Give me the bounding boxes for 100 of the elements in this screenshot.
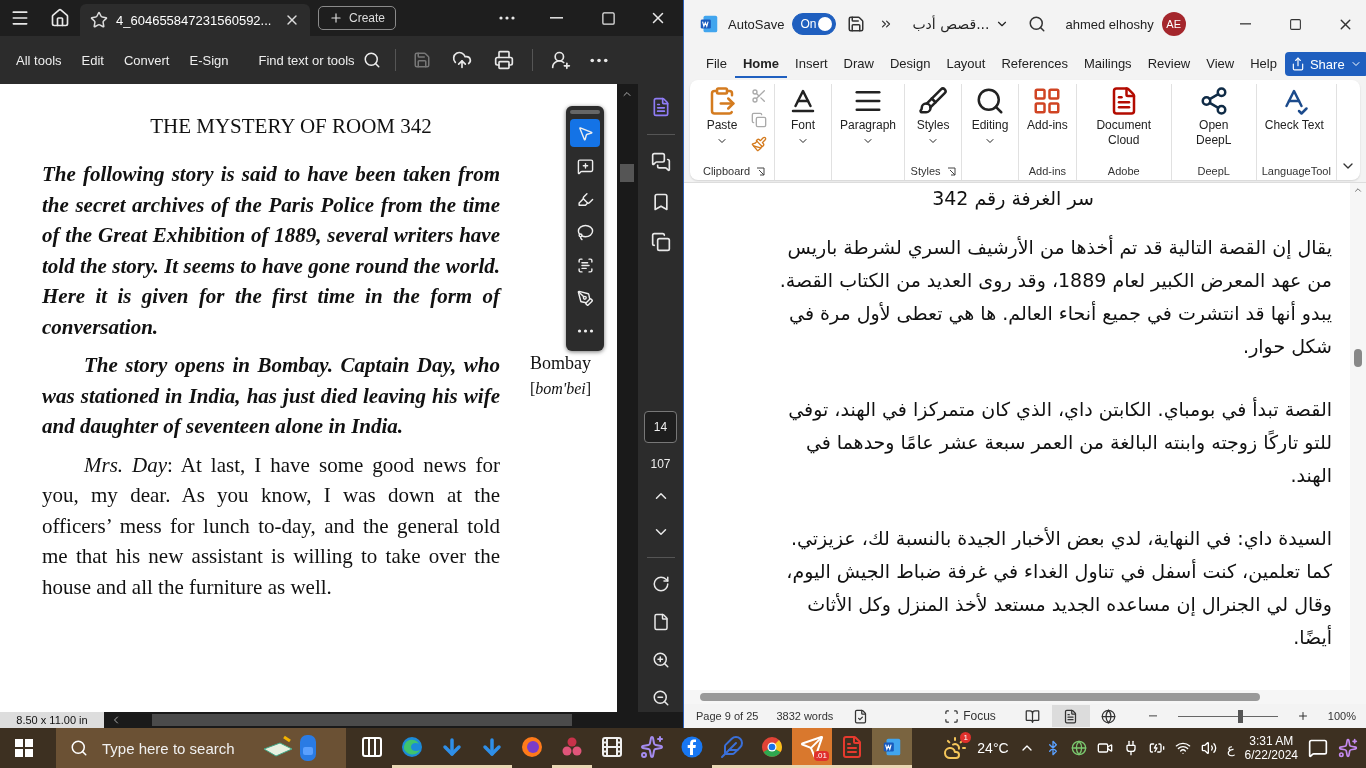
dialog-launcher-icon[interactable] <box>946 166 956 176</box>
share-icon <box>550 50 571 70</box>
scissors-icon <box>751 88 767 104</box>
group-label: Adobe <box>1107 165 1140 177</box>
zoom-in-icon <box>1296 710 1309 722</box>
menu-tab[interactable]: Help <box>1242 50 1285 78</box>
menu-tab[interactable]: References <box>993 50 1076 78</box>
notifications-icon[interactable] <box>1308 738 1328 758</box>
wifi-icon[interactable] <box>1174 740 1191 756</box>
dialog-launcher-icon[interactable] <box>756 166 766 176</box>
lasso-icon <box>576 223 594 241</box>
copy-icon <box>751 112 767 128</box>
autosave-label: AutoSave <box>728 16 785 32</box>
menu-tab[interactable]: Mailings <box>1075 50 1140 78</box>
paragraph: السيدة داي: في النهاية، لدي بعض الأخبار الجيدة بالنسبة لك، عزيزتي. كما تعلمين، كنت أسفل في تناول الغداء في غرفة ضباط الجيش اليوم، وقال لي الجنرال إن مساعده الجديد مستعد لأخذ المنزل وكل الأثاث أيضًا. <box>785 526 1332 650</box>
menu-tab[interactable]: Design <box>881 50 939 78</box>
camera-icon[interactable] <box>1096 740 1113 756</box>
share-button[interactable]: Share <box>1284 52 1366 76</box>
pointer-tool[interactable] <box>570 119 600 147</box>
temperature: 24°C <box>977 740 1009 756</box>
page-size: 8.50 x 11.00 in <box>0 712 104 728</box>
paintbrush-button[interactable] <box>749 134 769 154</box>
more-icon <box>499 16 515 20</box>
feather-icon <box>720 734 744 759</box>
globe-icon <box>1101 708 1117 724</box>
weather-icon <box>943 736 968 760</box>
weather-widget[interactable]: 1 <box>943 736 968 760</box>
scroll-thumb[interactable] <box>620 164 634 182</box>
book-icon <box>1025 708 1041 724</box>
taskbar-app[interactable]: .01 <box>792 728 832 768</box>
paragraph: The following story is said to have been taken from the secret archives of the Paris Police from the time of the Great Exhibition of 1889, several writers have told the story. It seems to have gone round the world. Here it is given for the first time in the form of conversation. <box>42 161 500 341</box>
focus-button[interactable]: Focus <box>944 708 996 724</box>
star-icon <box>90 11 108 29</box>
menu-tab[interactable]: Draw <box>835 50 882 78</box>
create-button[interactable]: Create <box>318 6 397 30</box>
autosave-toggle[interactable]: On <box>792 13 837 35</box>
group-label: Add-ins <box>1028 165 1067 177</box>
notification-badge: .01 <box>813 751 829 761</box>
group-label: Clipboard <box>702 165 751 177</box>
margin-note: Bombay <box>530 352 591 375</box>
group-label: LanguageTool <box>1261 165 1331 177</box>
pages-icon <box>650 232 671 252</box>
search-icon <box>1028 15 1047 33</box>
ribbon-button[interactable]: Check Text <box>1261 84 1327 162</box>
toolbar-tab[interactable]: Convert <box>113 44 180 76</box>
search-icon <box>70 739 88 757</box>
clock-date: 6/22/2024 <box>1244 748 1298 762</box>
ribbon-button[interactable]: Add-ins <box>1024 84 1071 162</box>
input-language[interactable]: ع <box>1226 740 1235 756</box>
ribbon-button[interactable]: Paragraph <box>837 84 900 162</box>
search-field[interactable]: Type here to search <box>56 728 346 768</box>
minimize-icon <box>1239 23 1251 25</box>
document-title-button[interactable]: قصص أدب... <box>912 16 1010 32</box>
menu-tab[interactable]: View <box>1198 50 1243 78</box>
ribbon-button[interactable]: Font <box>780 84 826 162</box>
zoom-in-icon <box>651 651 670 669</box>
focus-icon <box>944 708 960 724</box>
word-app-icon <box>698 13 720 35</box>
menu-tab[interactable]: Home <box>734 50 788 78</box>
zoom-out-icon <box>651 689 670 707</box>
search-input[interactable]: Type here to search <box>100 738 250 758</box>
scroll-thumb[interactable] <box>700 693 1260 701</box>
find-button[interactable]: Find text or tools <box>252 51 387 69</box>
group-label: DeepL <box>1197 165 1230 177</box>
more-icon <box>589 57 608 63</box>
document-tab[interactable]: 4_604655847231560592... <box>80 4 310 36</box>
view-button[interactable] <box>1051 705 1090 727</box>
ribbon-button[interactable]: Open DeepL <box>1176 84 1251 162</box>
sparkle-icon <box>640 734 664 759</box>
book-and-backpack-drawing <box>262 733 318 763</box>
menu-tab[interactable]: Insert <box>787 50 836 78</box>
menu-tab[interactable]: Review <box>1139 50 1199 78</box>
paragraph: القصة تبدأ في بومباي. الكابتن داي، الذي كان متمركزا في الهند، توفي للتو تاركًا زوجته وابنته البالغة من العمر سبعة عشر عامًا وحدهما في الهند. <box>787 396 1332 489</box>
home-icon <box>50 8 70 28</box>
task-view-icon <box>360 734 384 759</box>
ribbon-button[interactable]: Paste <box>699 84 745 162</box>
ribbon-button[interactable]: Document Cloud <box>1081 84 1166 162</box>
pen-icon <box>576 289 594 307</box>
ribbon-button[interactable]: Styles <box>910 84 957 162</box>
scroll-thumb[interactable] <box>152 714 572 726</box>
user-avatar[interactable]: AE <box>1161 12 1186 36</box>
toolbar-tab[interactable]: Edit <box>71 44 114 76</box>
volume-icon[interactable] <box>1200 740 1217 756</box>
menu-tab[interactable]: File <box>698 50 735 78</box>
battery-icon[interactable] <box>1148 740 1165 756</box>
notification-badge: 1 <box>960 732 972 743</box>
user-name: ahmed elhoshy <box>1065 16 1154 32</box>
page-number-field[interactable]: 14 <box>644 411 677 443</box>
toolbar-tab[interactable]: All tools <box>6 44 72 76</box>
paragraph: The story opens in Bombay. Captain Day, who was stationed in India, has just died leaving his wife and daughter of seventeen alone in India. <box>42 352 500 440</box>
ribbon-button[interactable]: Editing <box>967 84 1014 162</box>
scroll-thumb[interactable] <box>1354 349 1362 367</box>
page-count: Page 9 of 25 <box>696 710 759 722</box>
network-icon[interactable] <box>1070 740 1087 756</box>
copilot-icon[interactable] <box>1338 738 1358 758</box>
menu-tab[interactable]: Layout <box>938 50 994 78</box>
toolbar-tab[interactable]: E-Sign <box>179 44 239 76</box>
grid-icon <box>1032 86 1063 116</box>
page-total: 107 <box>650 457 671 471</box>
comments-icon <box>650 152 671 172</box>
